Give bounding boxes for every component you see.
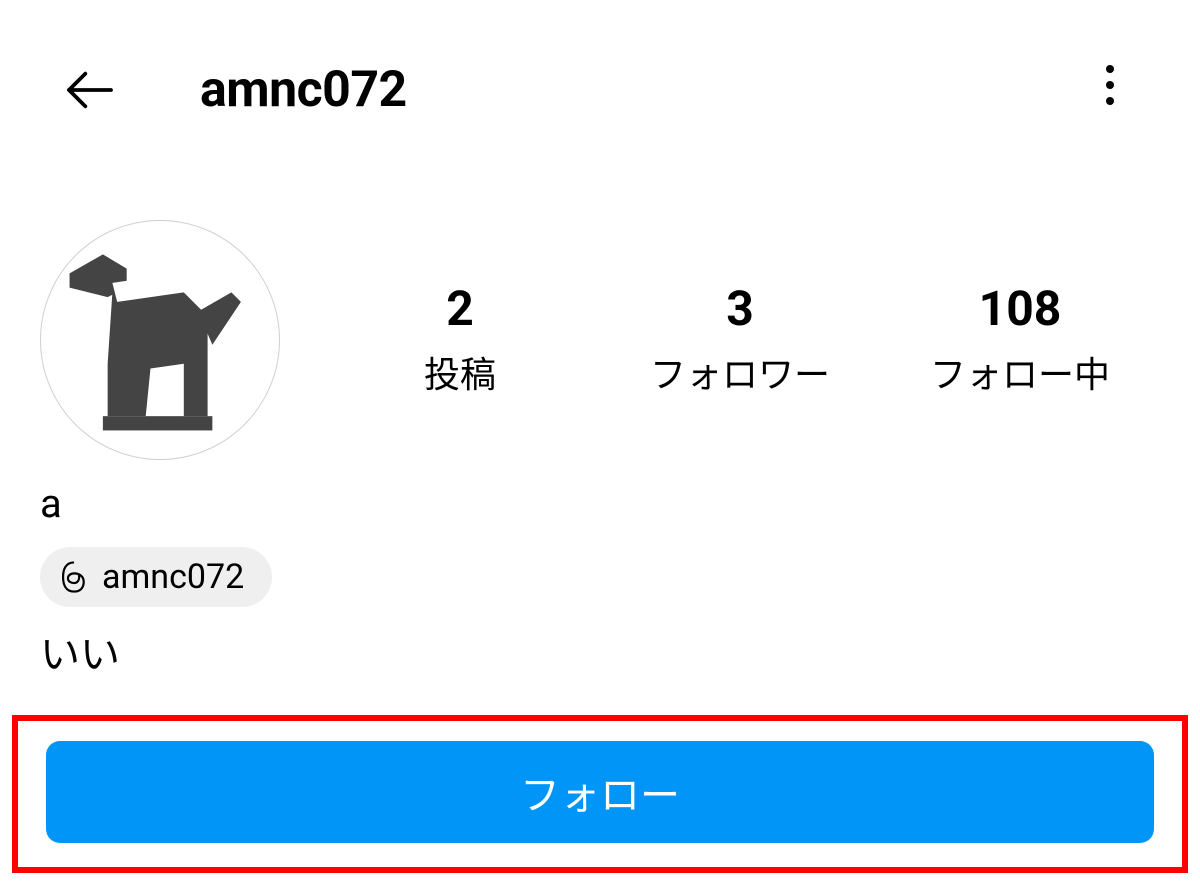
- avatar[interactable]: [40, 220, 280, 460]
- threads-username: amnc072: [102, 557, 244, 597]
- threads-icon: [58, 561, 90, 593]
- page-title: amnc072: [200, 61, 407, 119]
- profile-stats: 2 投稿 3 フォロワー 108 フォロー中: [320, 220, 1160, 398]
- stat-following-count: 108: [930, 280, 1110, 338]
- threads-badge[interactable]: amnc072: [40, 547, 272, 607]
- profile-header: amnc072: [0, 0, 1200, 160]
- stat-followers[interactable]: 3 フォロワー: [650, 280, 830, 398]
- bio-text: いい: [40, 622, 1160, 680]
- display-name: a: [40, 480, 1160, 527]
- dot-icon: [1106, 65, 1114, 73]
- bio-section: a amnc072 いい: [0, 460, 1200, 680]
- stat-followers-label: フォロワー: [650, 346, 830, 398]
- back-arrow-icon: [62, 62, 118, 118]
- stat-following[interactable]: 108 フォロー中: [930, 280, 1110, 398]
- stat-posts-label: 投稿: [370, 346, 550, 398]
- stat-posts-count: 2: [370, 280, 550, 338]
- back-button[interactable]: [60, 60, 120, 120]
- follow-button[interactable]: フォロー: [46, 741, 1154, 843]
- dot-icon: [1106, 81, 1114, 89]
- stat-following-label: フォロー中: [930, 346, 1110, 398]
- more-options-button[interactable]: [1090, 55, 1130, 115]
- stat-followers-count: 3: [650, 280, 830, 338]
- dot-icon: [1106, 97, 1114, 105]
- follow-highlight-box: フォロー: [12, 715, 1188, 873]
- stat-posts[interactable]: 2 投稿: [370, 280, 550, 398]
- avatar-dog-icon: [41, 220, 279, 460]
- profile-section: 2 投稿 3 フォロワー 108 フォロー中: [0, 160, 1200, 460]
